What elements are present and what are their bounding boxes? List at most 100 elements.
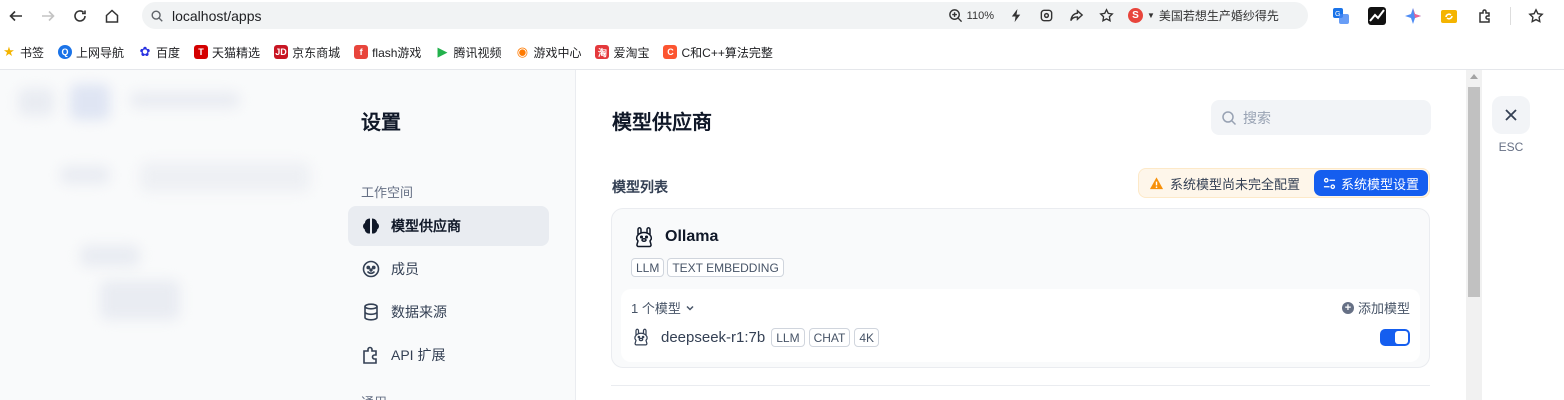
members-icon [362, 260, 380, 278]
sidebar-item-api-extension[interactable]: API 扩展 [348, 335, 549, 375]
scrollbar-thumb[interactable] [1468, 87, 1480, 297]
flash-icon: f [354, 45, 369, 59]
divider [611, 385, 1430, 386]
sidebar-item-members[interactable]: 成员 [348, 249, 549, 289]
zoom-indicator[interactable]: 110% [948, 8, 994, 23]
bookmarks-bar: ★ 书签 Q 上网导航 ✿ 百度 T 天猫精选 JD 京东商城 f flash游戏 ▶ 腾讯视频 ◉ 游戏中心… [0, 38, 1564, 66]
general-section-label: 通用 [361, 392, 387, 400]
home-icon [105, 9, 119, 23]
provider-tag: TEXT EMBEDDING [667, 258, 784, 277]
sogou-icon: S [1128, 8, 1143, 23]
share-icon[interactable] [1068, 8, 1084, 24]
esc-hint: ESC [1498, 140, 1524, 154]
arrow-left-icon [9, 10, 22, 22]
search-box[interactable] [1211, 100, 1431, 135]
reload-button[interactable] [64, 0, 96, 32]
close-settings: ESC [1492, 96, 1530, 154]
search-engine-text: 美国若想生产婚纱得先 [1158, 9, 1279, 23]
sync-folder-icon[interactable] [1438, 5, 1460, 27]
chevron-down-icon [686, 305, 694, 311]
model-provider-panel: 模型供应商 模型列表 系统模型尚未完全配置 系统模型设置 Ollama LLM [576, 70, 1466, 400]
tencent-video-icon: ▶ [437, 44, 448, 59]
model-tag: LLM [771, 327, 805, 347]
bookmark-label: 书签 [20, 45, 45, 60]
bookmark-item[interactable]: T 天猫精选 [194, 44, 260, 61]
screenshot-icon[interactable] [1038, 8, 1054, 24]
bookmark-item[interactable]: C C和C++算法完整 [663, 44, 773, 61]
forward-button[interactable] [32, 0, 64, 32]
bookmark-label: 京东商城 [292, 45, 341, 60]
bookmark-item[interactable]: ★ 书签 [2, 44, 44, 61]
database-icon [364, 303, 378, 321]
provider-tag: LLM [631, 258, 665, 277]
baidu-icon: ✿ [139, 44, 151, 59]
llama-icon [635, 226, 653, 248]
scroll-up-arrow-icon[interactable] [1470, 74, 1478, 79]
close-button[interactable] [1492, 96, 1530, 134]
favorites-star-icon[interactable] [1525, 5, 1547, 27]
settings-title: 设置 [361, 112, 401, 134]
bookmark-item[interactable]: ◉ 游戏中心 [515, 44, 582, 61]
home-button[interactable] [96, 0, 128, 32]
taobao-icon: 淘 [595, 45, 610, 59]
add-model-label: 添加模型 [1357, 301, 1410, 316]
zoom-level: 110% [966, 9, 994, 22]
bookmark-label: 百度 [156, 45, 181, 60]
models-box: 1 个模型 + 添加模型 deepseek-r1:7b LLM CHAT 4K [621, 289, 1420, 362]
bookmark-label: 天猫精选 [212, 45, 261, 60]
model-count-toggle[interactable]: 1 个模型 [631, 298, 696, 317]
search-input[interactable] [1243, 109, 1423, 126]
provider-name: Ollama [665, 228, 719, 245]
bookmark-item[interactable]: JD 京东商城 [274, 44, 340, 61]
system-model-settings-label: 系统模型设置 [1340, 176, 1419, 192]
sidebar-item-data-source[interactable]: 数据来源 [348, 292, 549, 332]
workspace-section-label: 工作空间 [361, 185, 414, 200]
bookmark-item[interactable]: 淘爱淘宝 [595, 44, 649, 61]
system-model-warning: 系统模型尚未完全配置 系统模型设置 [1138, 168, 1430, 198]
provider-card-ollama: Ollama LLM TEXT EMBEDDING 1 个模型 + 添加模型 d… [611, 208, 1430, 368]
sparkle-icon[interactable] [1402, 5, 1424, 27]
settings-sidebar: 设置 工作空间 模型供应商 成员 数据来源 API 扩展 通用 [340, 70, 576, 400]
stock-chart-icon[interactable] [1366, 5, 1388, 27]
sidebar-item-model-provider[interactable]: 模型供应商 [348, 206, 549, 246]
search-icon [151, 9, 163, 22]
bookmark-label: flash游戏 [372, 45, 422, 60]
bookmark-item[interactable]: ✿ 百度 [138, 44, 180, 61]
bookmark-item[interactable]: Q 上网导航 [58, 44, 124, 61]
model-enabled-toggle[interactable] [1380, 329, 1410, 346]
search-engine-suggestion[interactable]: S ▼ 美国若想生产婚纱得先 [1128, 7, 1300, 24]
arrow-right-icon [42, 10, 55, 22]
bookmark-label: 游戏中心 [533, 45, 582, 60]
page-scrollbar[interactable] [1466, 70, 1482, 400]
model-tag: CHAT [808, 327, 851, 347]
close-icon [1505, 109, 1517, 121]
warning-icon [1149, 176, 1164, 189]
address-bar[interactable]: localhost/apps 110% S ▼ 美国若想生产婚纱得先 [142, 2, 1308, 29]
translate-icon[interactable]: G [1330, 5, 1352, 27]
sidebar-item-label: 数据来源 [391, 304, 447, 320]
model-count: 1 个模型 [631, 301, 681, 316]
sidebar-item-label: 成员 [391, 261, 419, 277]
sidebar-item-label: 模型供应商 [391, 218, 461, 234]
bookmark-item[interactable]: ▶ 腾讯视频 [435, 44, 501, 61]
csdn-icon: C [663, 45, 678, 59]
navigation-icon: Q [58, 45, 73, 59]
extensions-puzzle-icon[interactable] [1474, 5, 1496, 27]
game-icon: ◉ [516, 44, 529, 59]
bookmark-star-icon[interactable] [1098, 8, 1114, 24]
svg-text:G: G [1335, 11, 1340, 18]
back-button[interactable] [0, 0, 32, 32]
add-model-button[interactable]: + 添加模型 [1341, 298, 1410, 317]
app-page: 设置 工作空间 模型供应商 成员 数据来源 API 扩展 通用 模型供应商 模型… [0, 70, 1564, 400]
zoom-in-icon [948, 9, 962, 23]
search-icon [1222, 110, 1237, 125]
bookmark-item[interactable]: f flash游戏 [354, 44, 421, 61]
bookmark-label: 腾讯视频 [453, 45, 502, 60]
lightning-icon[interactable] [1008, 8, 1024, 24]
reload-icon [74, 10, 86, 22]
bookmark-label: C和C++算法完整 [681, 45, 773, 60]
url-text[interactable]: localhost/apps [172, 8, 262, 24]
system-model-settings-button[interactable]: 系统模型设置 [1313, 170, 1428, 196]
divider [1510, 7, 1511, 25]
provider-tags: LLM TEXT EMBEDDING [631, 258, 784, 277]
